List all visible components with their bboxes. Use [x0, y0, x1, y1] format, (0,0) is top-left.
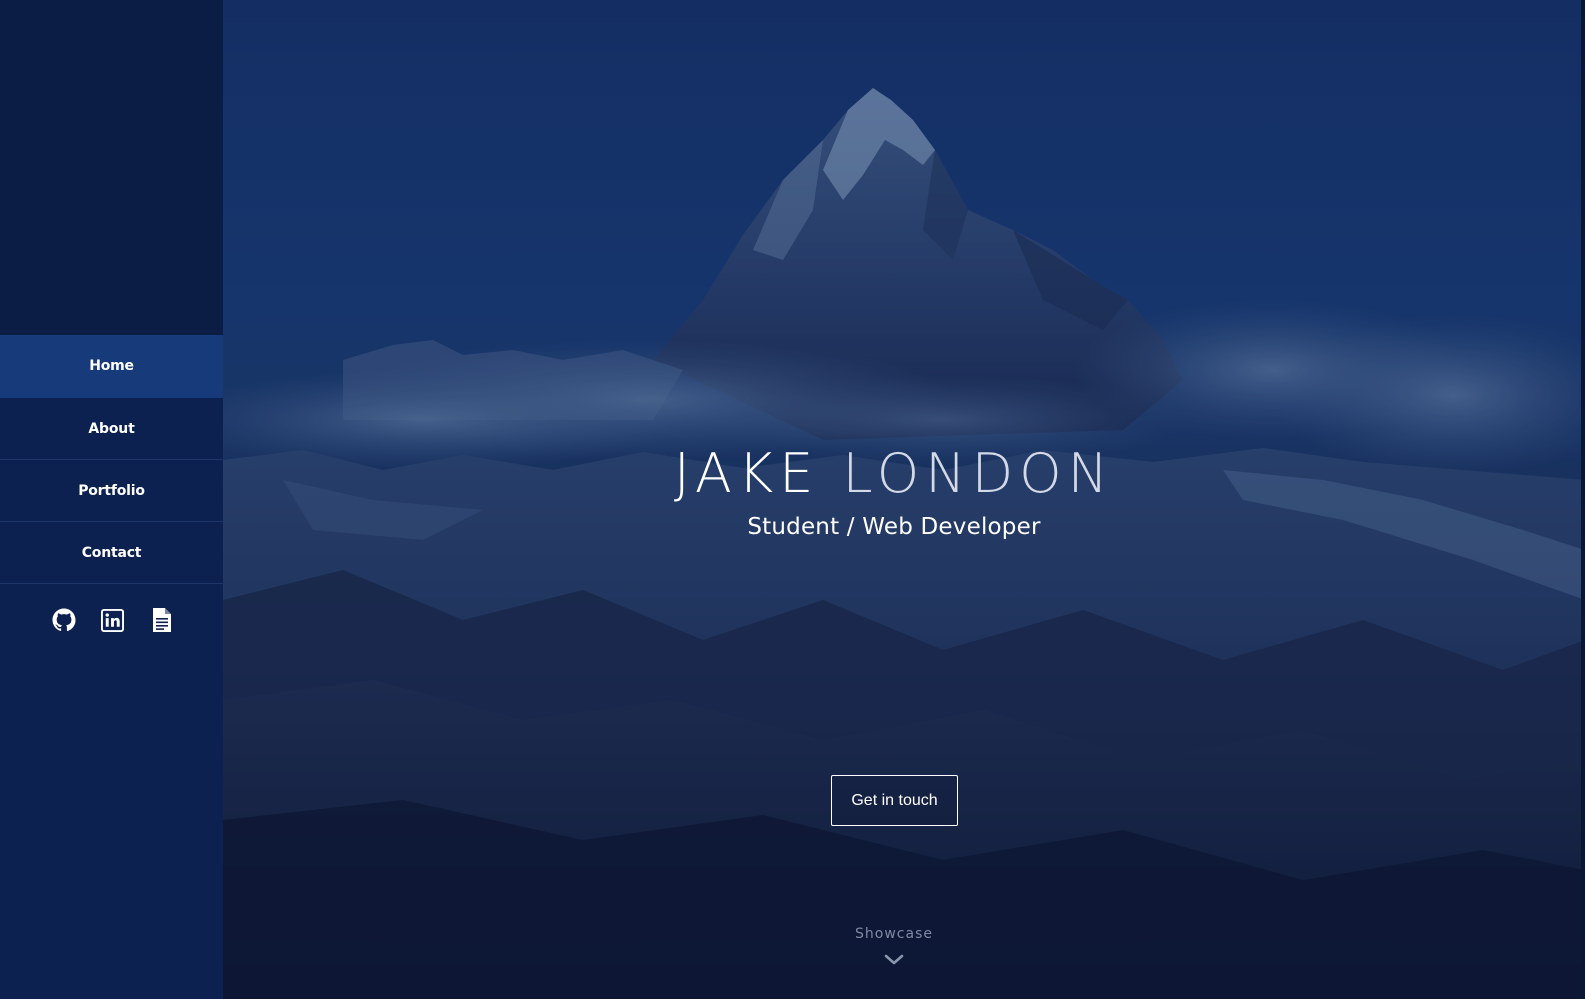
showcase-link[interactable]: Showcase — [223, 926, 1565, 942]
nav-item-home[interactable]: Home — [0, 335, 223, 398]
github-icon[interactable] — [51, 607, 77, 633]
last-name: LONDON — [842, 442, 1115, 505]
social-links — [0, 584, 223, 656]
nav-item-portfolio[interactable]: Portfolio — [0, 460, 223, 522]
document-icon[interactable] — [149, 607, 175, 633]
sidebar-nav: Home About Portfolio Contact — [0, 335, 223, 584]
get-in-touch-button[interactable]: Get in touch — [831, 775, 958, 826]
hero-section: JAKE LONDON Student / Web Developer Get … — [223, 0, 1585, 999]
nav-item-about[interactable]: About — [0, 398, 223, 460]
linkedin-icon[interactable] — [100, 607, 126, 633]
chevron-down-icon[interactable] — [883, 952, 905, 968]
nav-item-contact[interactable]: Contact — [0, 522, 223, 584]
page: Home About Portfolio Contact JAKE LONDON… — [0, 0, 1585, 999]
first-name: JAKE — [673, 442, 820, 505]
page-scrollbar[interactable] — [1581, 0, 1585, 999]
sidebar: Home About Portfolio Contact — [0, 0, 223, 999]
hero-name: JAKE LONDON — [223, 442, 1565, 505]
sidebar-header — [0, 0, 223, 335]
hero-subtitle: Student / Web Developer — [747, 514, 1041, 540]
